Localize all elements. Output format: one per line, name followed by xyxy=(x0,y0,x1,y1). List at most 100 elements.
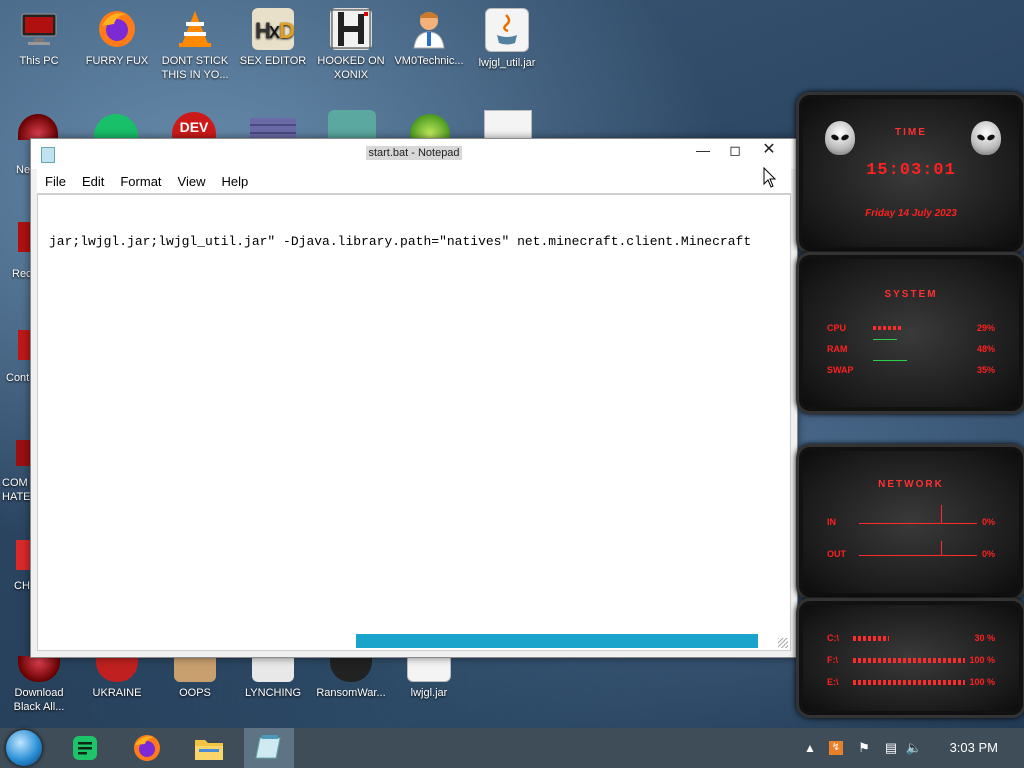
xonix-game-icon xyxy=(330,8,372,50)
stat-label: E:\ xyxy=(827,677,839,687)
desktop-icon-oops[interactable]: OOPS xyxy=(158,656,232,700)
net-in-stat: IN 0% xyxy=(827,517,995,527)
desktop-icon-label: LYNCHING xyxy=(244,687,302,699)
tray-network-icon[interactable]: ▤ xyxy=(880,728,902,768)
cpu-bar xyxy=(873,326,903,330)
desktop-icon-vm0technic[interactable]: VM0Technic... xyxy=(392,8,466,68)
start-orb-icon[interactable] xyxy=(6,730,42,766)
notepad-title-bar[interactable]: start.bat - Notepad — ◻ ✕ xyxy=(31,139,797,169)
vlc-cone-icon xyxy=(174,8,216,50)
close-button[interactable]: ✕ xyxy=(753,139,785,161)
desktop-icon-label: lwjgl_util.jar xyxy=(478,57,536,69)
desktop-icon-label: DONT STICK THIS IN YO... xyxy=(161,55,229,81)
desktop-icon-lynching[interactable]: LYNCHING xyxy=(236,656,310,700)
java-jar-icon xyxy=(407,656,451,682)
desktop-icon-label: HOOKED ON XONIX xyxy=(317,55,385,81)
tray-action-center-flag-icon[interactable]: ⚑ xyxy=(854,728,874,768)
drive-f-stat: F:\ 100 % xyxy=(827,655,995,665)
desktop-icon-furry-fux[interactable]: FURRY FUX xyxy=(80,8,154,68)
desktop-icon-dont-stick[interactable]: DONT STICK THIS IN YO... xyxy=(158,8,232,82)
widget-date: Friday 14 July 2023 xyxy=(865,208,957,219)
widget-clock: 15:03:01 xyxy=(866,161,956,180)
doctor-icon xyxy=(408,8,450,50)
tray-volume-icon[interactable]: 🔈 xyxy=(904,728,924,768)
network-widget: NETWORK IN 0% OUT 0% xyxy=(796,444,1024,600)
desktop-icon-dev[interactable]: DEV xyxy=(172,112,216,140)
green-notes-icon xyxy=(73,736,97,760)
net-out-stat: OUT 0% xyxy=(827,549,995,559)
desktop-partial-label: Ne xyxy=(16,164,31,176)
desktop-partial-label: Cont xyxy=(6,372,30,384)
monitor-icon xyxy=(18,8,60,50)
oops-icon xyxy=(174,656,216,682)
mouse-cursor-icon xyxy=(763,167,777,188)
desktop-icon-stack-app[interactable] xyxy=(250,118,296,140)
swap-stat: SWAP 35% xyxy=(827,360,995,375)
window-title: start.bat - Notepad xyxy=(366,146,462,160)
stat-value: 35% xyxy=(976,365,995,375)
desktop-icon-sex-editor[interactable]: HxD SEX EDITOR xyxy=(236,8,310,68)
tray-app-icon[interactable]: ↯ xyxy=(826,728,846,768)
stat-value: 0% xyxy=(981,549,995,559)
folder-icon xyxy=(195,740,223,760)
desktop-partial-label: Rec xyxy=(12,268,32,280)
stat-label: RAM xyxy=(827,344,848,354)
show-hidden-icons-chevron-icon[interactable]: ▲ xyxy=(800,728,820,768)
stat-value: 30 % xyxy=(974,633,995,643)
menu-view[interactable]: View xyxy=(170,174,214,189)
menu-file[interactable]: File xyxy=(37,174,74,189)
minimize-button[interactable]: — xyxy=(687,139,719,161)
taskbar-notepad[interactable] xyxy=(244,728,294,768)
menu-edit[interactable]: Edit xyxy=(74,174,112,189)
desktop-icon-label: This PC xyxy=(19,55,59,67)
desktop-icon-skull-app[interactable] xyxy=(328,110,376,140)
desktop-icon-red-orb[interactable] xyxy=(18,114,58,140)
desktop-icon-download-black[interactable]: Download Black All... xyxy=(2,656,76,714)
stat-value: 0% xyxy=(981,517,995,527)
stat-label: OUT xyxy=(827,549,846,559)
desktop-icon-label: RansomWar... xyxy=(316,687,386,699)
stat-label: CPU xyxy=(827,323,847,333)
taskbar-firefox[interactable] xyxy=(122,728,172,768)
text-editor-area[interactable]: jar;lwjgl.jar;lwjgl_util.jar" -Djava.lib… xyxy=(37,194,791,651)
menu-help[interactable]: Help xyxy=(213,174,256,189)
desktop-icon-lime-app[interactable] xyxy=(410,114,450,140)
taskbar: ▲ ↯ ⚑ ▤ 🔈 3:03 PM xyxy=(0,728,1024,768)
skull-icon xyxy=(330,656,372,682)
stat-value: 100 % xyxy=(969,677,995,687)
maximize-button[interactable]: ◻ xyxy=(719,139,751,161)
desktop-icon-label: Download Black All... xyxy=(13,687,65,713)
desktop-icon-this-pc[interactable]: This PC xyxy=(2,8,76,68)
ram-bar xyxy=(873,339,897,340)
svg-text:D: D xyxy=(279,18,294,43)
desktop-icon-green-app[interactable] xyxy=(94,114,138,140)
resize-grip-icon[interactable] xyxy=(778,638,788,648)
net-in-spike xyxy=(941,505,942,523)
desktop-icon-label: lwjgl.jar xyxy=(410,687,448,699)
ukraine-icon xyxy=(96,656,138,682)
horizontal-scrollbar-thumb[interactable] xyxy=(356,634,758,648)
firefox-icon xyxy=(134,735,160,761)
desktop-icon-lwjgl-jar[interactable]: lwjgl.jar xyxy=(392,656,466,700)
system-widget: SYSTEM CPU 29% RAM 48% SWAP 35% xyxy=(796,252,1024,414)
firefox-icon xyxy=(96,8,138,50)
taskbar-file-explorer[interactable] xyxy=(184,728,234,768)
taskbar-notes-app[interactable] xyxy=(60,728,110,768)
menu-format[interactable]: Format xyxy=(112,174,169,189)
desktop-partial-label: CH xyxy=(14,580,30,592)
taskbar-clock[interactable]: 3:03 PM xyxy=(950,740,998,755)
alien-head-icon xyxy=(825,121,855,155)
notepad-icon xyxy=(255,735,281,759)
desktop-icon-ukraine[interactable]: UKRAINE xyxy=(80,656,154,700)
notepad-window[interactable]: start.bat - Notepad — ◻ ✕ File Edit Form… xyxy=(30,138,798,658)
java-jar-icon xyxy=(485,8,529,52)
desktop-partial-label: COM HATE xyxy=(2,477,31,503)
desktop-icon-lwjgl-util-jar[interactable]: lwjgl_util.jar xyxy=(470,8,544,70)
stat-value: 29% xyxy=(976,323,995,333)
desktop-icon-ransomware[interactable]: RansomWar... xyxy=(314,656,388,700)
drive-e-stat: E:\ 100 % xyxy=(827,677,995,687)
lynching-icon xyxy=(252,656,294,682)
ram-stat: RAM 48% xyxy=(827,339,995,354)
desktop-icon-hooked-on-xonix[interactable]: HOOKED ON XONIX xyxy=(314,8,388,82)
drive-c-stat: C:\ 30 % xyxy=(827,633,995,643)
